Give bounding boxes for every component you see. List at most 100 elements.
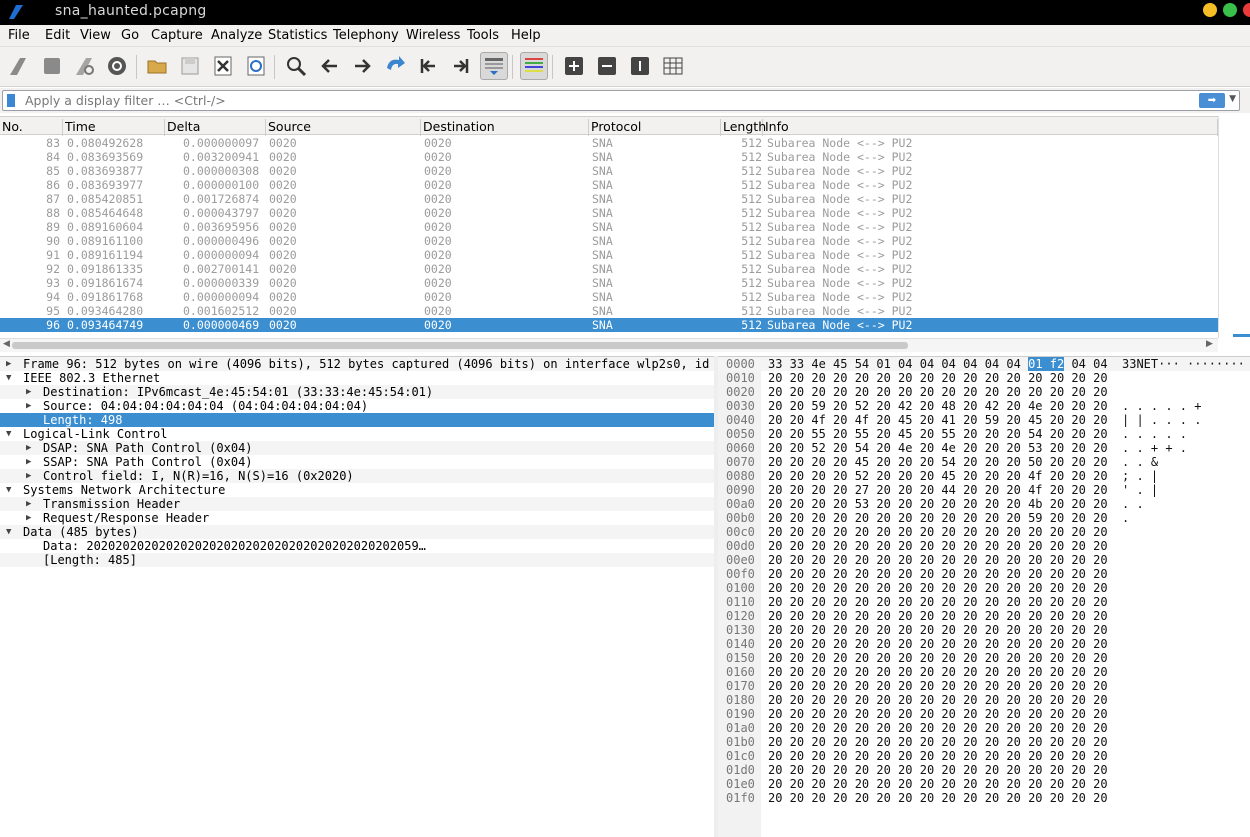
autoscroll-icon[interactable]: [480, 52, 508, 80]
hex-bytes[interactable]: 20 20 20 20 20 20 20 20 20 20 20 20 20 2…: [768, 735, 1108, 749]
hex-bytes[interactable]: 20 20 20 20 20 20 20 20 20 20 20 20 20 2…: [768, 665, 1108, 679]
hex-bytes[interactable]: 20 20 20 20 20 20 20 20 20 20 20 20 59 2…: [768, 511, 1108, 525]
hex-bytes[interactable]: 20 20 20 20 20 20 20 20 20 20 20 20 20 2…: [768, 637, 1108, 651]
minimize-button[interactable]: [1203, 3, 1217, 17]
hex-bytes[interactable]: 20 20 20 20 20 20 20 20 20 20 20 20 20 2…: [768, 553, 1108, 567]
ascii-bytes[interactable]: .: [1122, 511, 1129, 525]
close-file-icon[interactable]: [209, 52, 237, 80]
expanded-arrow-icon[interactable]: ▼: [6, 483, 11, 497]
reload-icon[interactable]: [242, 52, 270, 80]
packet-row[interactable]: 87 0.085420851 0.001726874 0020 0020 SNA 512 Su…: [0, 192, 1218, 206]
hex-bytes[interactable]: 20 20 20 20 20 20 20 20 20 20 20 20 20 2…: [768, 707, 1108, 721]
zoom-out-icon[interactable]: [593, 52, 621, 80]
scroll-right-icon[interactable]: ▶: [1206, 339, 1213, 349]
packet-row[interactable]: 93 0.091861674 0.000000339 0020 0020 SNA 512 Su…: [0, 276, 1218, 290]
menu-tools[interactable]: Tools: [467, 28, 499, 43]
restart-icon[interactable]: [71, 52, 99, 80]
last-packet-icon[interactable]: [447, 52, 475, 80]
menu-file[interactable]: File: [8, 28, 30, 43]
hex-bytes[interactable]: 20 20 20 20 53 20 20 20 20 20 20 20 4b 2…: [768, 497, 1108, 511]
find-icon[interactable]: [282, 52, 310, 80]
packet-row[interactable]: 84 0.083693569 0.003200941 0020 0020 SNA 512 Su…: [0, 150, 1218, 164]
normal-size-icon[interactable]: [626, 52, 654, 80]
hex-bytes[interactable]: 20 20 20 20 20 20 20 20 20 20 20 20 20 2…: [768, 693, 1108, 707]
collapsed-arrow-icon[interactable]: ▶: [26, 399, 31, 413]
collapsed-arrow-icon[interactable]: ▶: [26, 441, 31, 455]
menu-edit[interactable]: Edit: [45, 28, 70, 43]
packet-row[interactable]: 90 0.089161100 0.000000496 0020 0020 SNA 512 Su…: [0, 234, 1218, 248]
hex-bytes[interactable]: 20 20 20 20 20 20 20 20 20 20 20 20 20 2…: [768, 721, 1108, 735]
packet-row[interactable]: 94 0.091861768 0.000000094 0020 0020 SNA 512 Su…: [0, 290, 1218, 304]
hex-bytes[interactable]: 20 20 20 20 20 20 20 20 20 20 20 20 20 2…: [768, 539, 1108, 553]
detail-row[interactable]: ▼ Data (485 bytes): [0, 525, 714, 539]
column-header-time[interactable]: Time: [63, 119, 165, 136]
packet-row[interactable]: 89 0.089160604 0.003695956 0020 0020 SNA 512 Su…: [0, 220, 1218, 234]
menu-wireless[interactable]: Wireless: [406, 28, 460, 43]
ascii-bytes[interactable]: | | . . . .: [1122, 413, 1201, 427]
maximize-button[interactable]: [1223, 3, 1237, 17]
expanded-arrow-icon[interactable]: ▼: [6, 427, 11, 441]
collapsed-arrow-icon[interactable]: ▶: [26, 497, 31, 511]
collapsed-arrow-icon[interactable]: ▶: [6, 357, 11, 371]
packet-row[interactable]: 91 0.089161194 0.000000094 0020 0020 SNA 512 Su…: [0, 248, 1218, 262]
packet-row[interactable]: 86 0.083693977 0.000000100 0020 0020 SNA 512 Su…: [0, 178, 1218, 192]
menu-help[interactable]: Help: [511, 28, 541, 43]
detail-row[interactable]: ▶ SSAP: SNA Path Control (0x04): [0, 455, 714, 469]
display-filter-input[interactable]: Apply a display filter … <Ctrl-/> ➡ ▼: [2, 90, 1240, 111]
colorize-icon[interactable]: [520, 52, 548, 80]
collapsed-arrow-icon[interactable]: ▶: [26, 385, 31, 399]
packet-row[interactable]: 85 0.083693877 0.000000308 0020 0020 SNA 512 Su…: [0, 164, 1218, 178]
packet-row[interactable]: 92 0.091861335 0.002700141 0020 0020 SNA 512 Su…: [0, 262, 1218, 276]
hex-bytes[interactable]: 20 20 20 20 20 20 20 20 20 20 20 20 20 2…: [768, 679, 1108, 693]
detail-row[interactable]: Data: 2020202020202020202020202020202020…: [0, 539, 714, 553]
ascii-bytes[interactable]: . . &: [1122, 455, 1158, 469]
collapsed-arrow-icon[interactable]: ▶: [26, 511, 31, 525]
hex-bytes[interactable]: 20 20 20 20 20 20 20 20 20 20 20 20 20 2…: [768, 763, 1108, 777]
back-arrow-icon[interactable]: [316, 52, 344, 80]
stop-icon[interactable]: [38, 52, 66, 80]
packet-row[interactable]: 96 0.093464749 0.000000469 0020 0020 SNA 512 Su…: [0, 318, 1218, 332]
scroll-left-icon[interactable]: ◀: [3, 339, 10, 349]
expanded-arrow-icon[interactable]: ▼: [6, 371, 11, 385]
apply-filter-arrow-icon[interactable]: ➡: [1199, 93, 1225, 108]
detail-row[interactable]: ▼ Systems Network Architecture: [0, 483, 714, 497]
hex-bytes[interactable]: 20 20 20 20 20 20 20 20 20 20 20 20 20 2…: [768, 777, 1108, 791]
hex-bytes[interactable]: 20 20 55 20 55 20 45 20 55 20 20 20 54 2…: [768, 427, 1108, 441]
packet-row[interactable]: 88 0.085464648 0.000043797 0020 0020 SNA 512 Su…: [0, 206, 1218, 220]
column-header-delta[interactable]: Delta: [165, 119, 266, 136]
hex-bytes[interactable]: 20 20 20 20 52 20 20 20 45 20 20 20 4f 2…: [768, 469, 1108, 483]
open-folder-icon[interactable]: [143, 52, 171, 80]
hex-bytes[interactable]: 20 20 59 20 52 20 42 20 48 20 42 20 4e 2…: [768, 399, 1108, 413]
ascii-bytes[interactable]: . . . . . +: [1122, 399, 1201, 413]
packet-list-horizontal-scrollbar[interactable]: ◀ ▶: [0, 338, 1218, 352]
detail-row[interactable]: ▶ Destination: IPv6mcast_4e:45:54:01 (33:…: [0, 385, 714, 399]
column-header-destination[interactable]: Destination: [421, 119, 589, 136]
detail-row[interactable]: ▶ Frame 96: 512 bytes on wire (4096 bits)…: [0, 357, 714, 371]
hex-bytes[interactable]: 33 33 4e 45 54 01 04 04 04 04 04 04 01 f…: [768, 357, 1108, 371]
hex-bytes[interactable]: 20 20 20 20 20 20 20 20 20 20 20 20 20 2…: [768, 623, 1108, 637]
hex-bytes[interactable]: 20 20 20 20 20 20 20 20 20 20 20 20 20 2…: [768, 595, 1108, 609]
detail-row[interactable]: ▶ DSAP: SNA Path Control (0x04): [0, 441, 714, 455]
hex-bytes[interactable]: 20 20 20 20 20 20 20 20 20 20 20 20 20 2…: [768, 749, 1108, 763]
collapsed-arrow-icon[interactable]: ▶: [26, 455, 31, 469]
hex-bytes[interactable]: 20 20 52 20 54 20 4e 20 4e 20 20 20 53 2…: [768, 441, 1108, 455]
packet-list-vertical-scrollbar[interactable]: [1218, 116, 1250, 338]
detail-row[interactable]: ▼ IEEE 802.3 Ethernet: [0, 371, 714, 385]
menu-go[interactable]: Go: [121, 28, 139, 43]
zoom-in-icon[interactable]: [560, 52, 588, 80]
hex-bytes[interactable]: 20 20 20 20 20 20 20 20 20 20 20 20 20 2…: [768, 371, 1108, 385]
detail-row[interactable]: ▶ Source: 04:04:04:04:04:04 (04:04:04:04:…: [0, 399, 714, 413]
forward-arrow-icon[interactable]: [348, 52, 376, 80]
bookmark-icon[interactable]: [7, 94, 15, 107]
horizontal-scroll-thumb[interactable]: [12, 342, 908, 349]
ascii-bytes[interactable]: . .: [1122, 497, 1144, 511]
column-header-protocol[interactable]: Protocol: [589, 119, 721, 136]
hex-bytes[interactable]: 20 20 20 20 20 20 20 20 20 20 20 20 20 2…: [768, 791, 1108, 805]
shark-fin-start-icon[interactable]: [5, 52, 33, 80]
detail-row[interactable]: ▼ Logical-Link Control: [0, 427, 714, 441]
column-header-length[interactable]: Length: [721, 119, 766, 136]
column-header-source[interactable]: Source: [266, 119, 421, 136]
collapsed-arrow-icon[interactable]: ▶: [26, 469, 31, 483]
detail-row[interactable]: ▶ Request/Response Header: [0, 511, 714, 525]
ascii-bytes[interactable]: 33NET··· ········: [1122, 357, 1245, 371]
